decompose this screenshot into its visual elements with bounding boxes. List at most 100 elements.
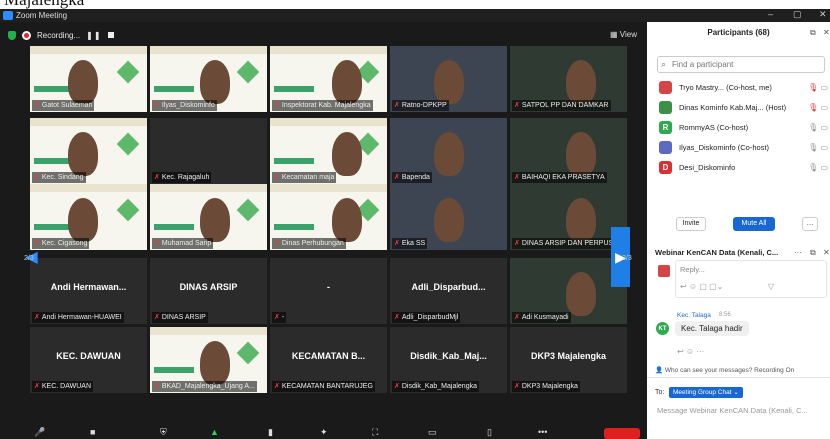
video-tile[interactable]: KEC. DAWUAN ✗ KEC. DAWUAN bbox=[30, 327, 147, 393]
reply-tools-icon[interactable]: ↩ ☺ ▢ ▢⌄ ▽ bbox=[680, 282, 774, 291]
view-button[interactable]: ▦ View bbox=[610, 30, 637, 39]
video-tile[interactable]: DINAS ARSIP ✗ DINAS ARSIP bbox=[150, 258, 267, 324]
mute-all-button[interactable]: Mute All bbox=[733, 217, 775, 231]
tile-label: ✗ Adi Kusmayadi bbox=[512, 312, 571, 323]
participant-search-input[interactable]: ⌕ Find a participant bbox=[657, 56, 825, 73]
video-tile[interactable]: KECAMATAN B... ✗ KECAMATAN BANTARUJEG bbox=[270, 327, 387, 393]
participants-panel: Participants (68) ⧉ ✕ ⌕ Find a participan… bbox=[647, 22, 830, 439]
participant-row[interactable]: Dinas Kominfo Kab.Maj... (Host) 🎙 ▭ bbox=[659, 98, 830, 116]
video-tile[interactable]: ✗ Kec. Sindang bbox=[30, 118, 147, 184]
reactions-icon[interactable]: ▯ bbox=[487, 427, 492, 438]
shield-icon bbox=[8, 30, 16, 40]
participants-icon[interactable]: ▲ bbox=[210, 427, 219, 437]
participant-video bbox=[68, 198, 98, 242]
muted-mic-icon: ✗ bbox=[34, 174, 40, 181]
video-tile[interactable]: ✗ Bapenda bbox=[390, 118, 507, 184]
video-tile[interactable]: ✗ BKAD_Majalengka_Ujang A... bbox=[150, 327, 267, 393]
chat-close-icon[interactable]: ✕ bbox=[823, 248, 830, 257]
chat-popout-icon[interactable]: ⧉ bbox=[810, 248, 816, 258]
participant-name: Tryo Mastry... (Co-host, me) bbox=[679, 82, 772, 92]
top-strip-text: Majalengka bbox=[4, 0, 84, 9]
record-icon bbox=[22, 30, 31, 40]
reply-box[interactable]: Reply... ↩ ☺ ▢ ▢⌄ ▽ bbox=[658, 260, 827, 298]
maximize-button[interactable]: ▢ bbox=[793, 9, 802, 20]
mic-video-icon: 🎙 ▭ bbox=[808, 142, 828, 152]
popout-icon[interactable]: ⧉ bbox=[810, 28, 816, 38]
video-tile[interactable]: ✗ Gatot Sulaeman bbox=[30, 46, 147, 112]
video-tile[interactable]: ✗ Kec. Cigasong bbox=[30, 184, 147, 250]
participant-video bbox=[332, 132, 362, 176]
video-tile[interactable]: Andi Hermawan... ✗ Andi Hermawan-HUAWEI bbox=[30, 258, 147, 324]
video-tile[interactable]: ✗ SATPOL PP DAN DAMKAR bbox=[510, 46, 627, 112]
chat-more-icon[interactable]: ··· bbox=[794, 248, 802, 257]
tile-label-text: Eka SS bbox=[401, 240, 426, 247]
message-actions-icon[interactable]: ↩ ☺ ··· bbox=[677, 347, 704, 356]
participant-row[interactable]: Tryo Mastry... (Co-host, me) 🎙 ▭ bbox=[659, 78, 830, 96]
participant-video bbox=[566, 60, 596, 104]
tile-label: ✗ Andi Hermawan-HUAWEI bbox=[32, 312, 124, 323]
chat-icon[interactable]: ▮ bbox=[268, 427, 273, 438]
tile-label-text: Kecamatan maja bbox=[281, 174, 335, 181]
chat-recipient-select[interactable]: Meeting Group Chat ⌄ bbox=[669, 387, 743, 398]
meeting-toolbar: 🎤 ■ ⛨ ▲ ▮ ✦ ⛶ ▭ ▯ ••• bbox=[0, 425, 647, 439]
video-tile[interactable]: Adli_Disparbud... ✗ Adli_DisparbudMjl bbox=[390, 258, 507, 324]
video-tile[interactable]: ✗ Kec. Rajagaluh bbox=[150, 118, 267, 184]
share-screen-icon[interactable]: ✦ bbox=[320, 427, 328, 438]
video-tile[interactable]: ✗ Dinas Perhubungan bbox=[270, 184, 387, 250]
video-tile[interactable]: ✗ Kecamatan maja bbox=[270, 118, 387, 184]
video-tile[interactable]: ✗ DINAS ARSIP DAN PERPUS bbox=[510, 184, 627, 250]
tile-display-name: DINAS ARSIP bbox=[179, 282, 238, 292]
participant-row[interactable]: D Desi_Diskominfo 🎙 ▭ bbox=[659, 158, 830, 176]
tile-label: ✗ Disdik_Kab_Majalengka bbox=[392, 381, 479, 392]
video-tile[interactable]: ✗ BAIHAQI EKA PRASETYA bbox=[510, 118, 627, 184]
muted-mic-icon: ✗ bbox=[274, 314, 280, 321]
chat-message-input[interactable]: Message Webinar KenCAN Data (Kenali, C..… bbox=[657, 406, 808, 415]
tile-label-text: - bbox=[281, 314, 285, 321]
muted-mic-icon: ✗ bbox=[154, 383, 160, 390]
video-tile[interactable]: ✗ Ilyas_Diskominfo bbox=[150, 46, 267, 112]
record-button-icon[interactable]: ▭ bbox=[428, 427, 437, 438]
video-tile[interactable]: - ✗ - bbox=[270, 258, 387, 324]
sender-avatar bbox=[658, 265, 670, 277]
muted-mic-icon: ✗ bbox=[154, 240, 160, 247]
mute-icon[interactable]: 🎤 bbox=[34, 427, 45, 438]
tile-label-text: Inspektorat Kab. Majalengka bbox=[281, 102, 371, 109]
video-camera-icon[interactable]: ■ bbox=[90, 427, 95, 437]
invite-button[interactable]: Invite bbox=[676, 217, 706, 231]
participant-row[interactable]: R RommyAS (Co-host) 🎙 ▭ bbox=[659, 118, 830, 136]
who-can-see[interactable]: 👤 Who can see your messages? Recording O… bbox=[655, 366, 794, 374]
participants-more-button[interactable]: … bbox=[802, 217, 818, 231]
participant-avatar: D bbox=[659, 160, 672, 174]
stop-recording-button[interactable] bbox=[107, 32, 114, 38]
video-tile[interactable]: ✗ Ratno-DPKPP bbox=[390, 46, 507, 112]
security-icon[interactable]: ⛨ bbox=[160, 427, 167, 438]
reply-placeholder: Reply... bbox=[680, 265, 705, 274]
video-tile[interactable]: ✗ Inspektorat Kab. Majalengka bbox=[270, 46, 387, 112]
end-meeting-button[interactable] bbox=[604, 428, 640, 439]
tile-label: ✗ Bapenda bbox=[392, 172, 432, 183]
tile-label-text: Kec. Cigasong bbox=[41, 240, 88, 247]
video-tile[interactable]: ✗ Adi Kusmayadi bbox=[510, 258, 627, 324]
pause-recording-button[interactable]: ❚❚ bbox=[86, 31, 101, 40]
search-icon: ⌕ bbox=[661, 59, 667, 69]
tile-display-name: - bbox=[327, 282, 330, 292]
video-tile[interactable]: Disdik_Kab_Maj... ✗ Disdik_Kab_Majalengka bbox=[390, 327, 507, 393]
more-icon[interactable]: ••• bbox=[538, 427, 547, 437]
tile-label-text: Dinas Perhubungan bbox=[281, 240, 344, 247]
video-tile[interactable]: ✗ Eka SS bbox=[390, 184, 507, 250]
muted-mic-icon: ✗ bbox=[514, 174, 520, 181]
tile-label-text: Disdik_Kab_Majalengka bbox=[401, 383, 477, 390]
minimize-button[interactable]: – bbox=[768, 9, 773, 19]
divider bbox=[647, 377, 830, 378]
close-button[interactable]: ✕ bbox=[819, 9, 827, 20]
panel-close-icon[interactable]: ✕ bbox=[823, 28, 830, 37]
participant-video bbox=[200, 60, 230, 104]
tile-label-text: Andi Hermawan-HUAWEI bbox=[41, 314, 122, 321]
participant-row[interactable]: Ilyas_Diskominfo (Co-host) 🎙 ▭ bbox=[659, 138, 830, 156]
zoom-logo-icon bbox=[3, 11, 13, 20]
video-tile[interactable]: DKP3 Majalengka ✗ DKP3 Majalengka bbox=[510, 327, 627, 393]
video-tile[interactable]: ✗ Muhamad Sarip bbox=[150, 184, 267, 250]
page-indicator-left: 2/3 bbox=[24, 255, 34, 262]
tile-label-text: Bapenda bbox=[401, 174, 430, 181]
polls-icon[interactable]: ⛶ bbox=[372, 427, 378, 438]
